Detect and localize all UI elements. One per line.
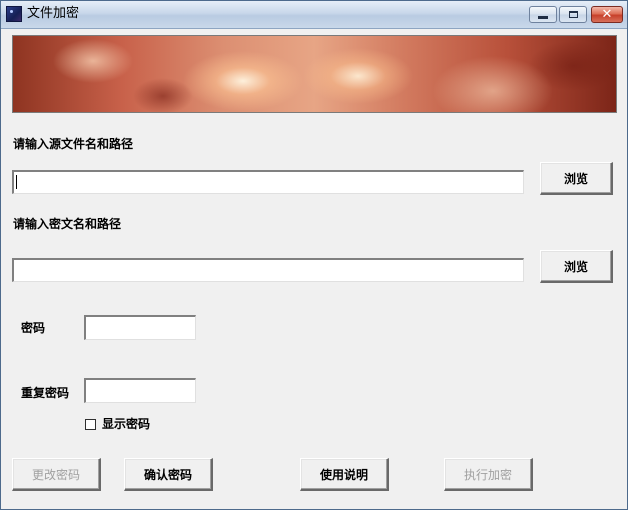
title-bar[interactable]: 文件加密 ✕ xyxy=(1,1,627,29)
text-caret xyxy=(16,175,17,189)
password-input[interactable] xyxy=(84,315,196,340)
confirm-password-button[interactable]: 确认密码 xyxy=(124,458,213,491)
cipher-file-input[interactable] xyxy=(12,258,524,282)
minimize-button[interactable] xyxy=(529,6,557,23)
change-password-button[interactable]: 更改密码 xyxy=(12,458,101,491)
cipher-file-label: 请输入密文名和路径 xyxy=(13,217,122,231)
show-password-label: 显示密码 xyxy=(102,417,151,431)
main-window: 文件加密 ✕ 请输入源文件名和路径 浏览 请输入密文名和路径 浏览 密码 重复密… xyxy=(0,0,628,510)
maximize-button[interactable] xyxy=(559,6,587,23)
browse-cipher-button[interactable]: 浏览 xyxy=(540,250,613,283)
show-password-checkbox[interactable] xyxy=(85,419,96,430)
source-file-input[interactable] xyxy=(12,170,524,194)
browse-source-button[interactable]: 浏览 xyxy=(540,162,613,195)
maximize-icon xyxy=(568,11,578,18)
run-encrypt-button[interactable]: 执行加密 xyxy=(444,458,533,491)
app-icon xyxy=(6,6,22,22)
close-button[interactable]: ✕ xyxy=(591,6,623,23)
password-label: 密码 xyxy=(21,321,46,335)
repeat-password-label: 重复密码 xyxy=(21,386,70,400)
minimize-icon xyxy=(538,16,548,19)
close-icon: ✕ xyxy=(601,7,613,22)
repeat-password-input[interactable] xyxy=(84,378,196,403)
source-file-label: 请输入源文件名和路径 xyxy=(13,137,134,151)
banner-image xyxy=(12,35,617,113)
instructions-button[interactable]: 使用说明 xyxy=(300,458,389,491)
window-title: 文件加密 xyxy=(27,6,80,21)
